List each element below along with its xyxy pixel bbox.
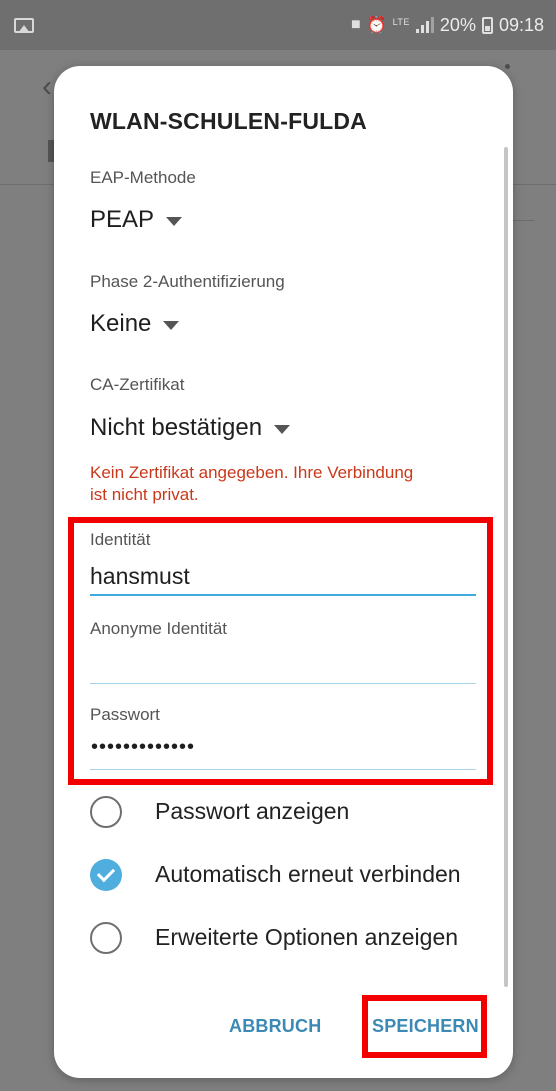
battery-icon (481, 16, 493, 34)
auto-reconnect-checkbox[interactable] (90, 859, 122, 891)
alarm-icon: ⏰ (366, 17, 387, 34)
dialog-title: WLAN-SCHULEN-FULDA (90, 108, 367, 134)
dropdown-arrow-icon (274, 425, 291, 434)
eap-method-label: EAP-Methode (90, 168, 196, 187)
auto-reconnect-label: Automatisch erneut verbinden (155, 861, 461, 887)
gallery-notification-icon (14, 17, 34, 33)
phase2-value: Keine (90, 310, 152, 337)
status-bar: ■ ⏰ LTE 20% 09:18 (0, 0, 556, 50)
cancel-button[interactable]: ABBRUCH (229, 1016, 321, 1037)
network-type: LTE (392, 17, 410, 27)
background-divider (510, 220, 534, 221)
eap-method-dropdown[interactable]: PEAP (90, 206, 183, 234)
advanced-options-checkbox[interactable] (90, 922, 122, 954)
dropdown-arrow-icon (163, 321, 180, 330)
eap-method-value: PEAP (90, 206, 155, 233)
signal-icon (415, 17, 434, 33)
warning-line: Kein Zertifikat angegeben. Ihre Verbindu… (90, 463, 414, 482)
phase2-dropdown[interactable]: Keine (90, 310, 180, 338)
ca-certificate-dropdown[interactable]: Nicht bestätigen (90, 414, 291, 442)
warning-line: ist nicht privat. (90, 485, 199, 504)
save-button[interactable]: SPEICHERN (372, 1016, 479, 1037)
lock-icon: ■ (350, 16, 361, 33)
dropdown-arrow-icon (166, 217, 183, 226)
back-arrow-icon: ‹ (42, 70, 52, 103)
show-password-label: Passwort anzeigen (155, 798, 350, 824)
credentials-highlight-box (68, 517, 493, 785)
battery-percent: 20% (439, 14, 476, 35)
more-options-icon (505, 64, 510, 69)
ca-certificate-value: Nicht bestätigen (90, 414, 263, 441)
ca-certificate-label: CA-Zertifikat (90, 375, 185, 394)
advanced-options-label: Erweiterte Optionen anzeigen (155, 924, 459, 950)
status-left (14, 17, 34, 33)
clock: 09:18 (498, 14, 544, 35)
phase2-label: Phase 2-Authentifizierung (90, 272, 285, 291)
show-password-checkbox[interactable] (90, 796, 122, 828)
certificate-warning: Kein Zertifikat angegeben. Ihre Verbindu… (90, 462, 490, 506)
status-right: ■ ⏰ LTE 20% 09:18 (351, 15, 544, 36)
dialog-scrollbar[interactable] (504, 147, 508, 987)
